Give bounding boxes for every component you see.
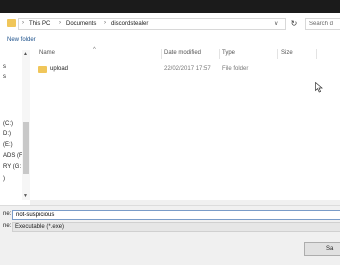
search-box[interactable] xyxy=(305,18,340,30)
column-header-type[interactable]: Type xyxy=(222,50,235,56)
file-row[interactable]: upload 22/02/2017 17:57 File folder xyxy=(33,64,325,74)
nav-item-drive-e[interactable]: (E:) xyxy=(3,142,13,148)
save-button-label: Sa xyxy=(326,246,334,252)
breadcrumb-this-pc[interactable]: This PC xyxy=(29,21,50,27)
breadcrumb-discordstealer[interactable]: discordstealer xyxy=(111,21,148,27)
nav-item[interactable]: s xyxy=(3,64,6,70)
save-button[interactable]: Sa xyxy=(304,242,340,256)
folder-icon xyxy=(38,66,47,73)
new-folder-button[interactable]: New folder xyxy=(7,37,36,43)
command-bar: New folder xyxy=(0,34,340,48)
file-name-input[interactable] xyxy=(13,211,340,219)
column-divider[interactable] xyxy=(277,49,278,59)
save-panel: ne: ne: Executable (*.exe) Sa xyxy=(0,205,340,265)
breadcrumb-documents[interactable]: Documents xyxy=(66,21,96,27)
chevron-right-icon: › xyxy=(104,20,106,26)
nav-item[interactable]: s xyxy=(3,74,6,80)
scroll-up-icon[interactable]: ▲ xyxy=(23,51,28,57)
chevron-right-icon: › xyxy=(22,20,24,26)
save-type-label: ne: xyxy=(3,223,12,229)
save-as-type-value: Executable (*.exe) xyxy=(15,224,65,230)
file-list: ^ Name Date modified Type Size upload 22… xyxy=(31,47,340,200)
scroll-down-icon[interactable]: ▼ xyxy=(23,193,28,199)
column-header-date-modified[interactable]: Date modified xyxy=(164,50,201,56)
column-header-size[interactable]: Size xyxy=(281,50,293,56)
chevron-right-icon: › xyxy=(59,20,61,26)
nav-item-drive-d[interactable]: D:) xyxy=(3,131,11,137)
column-divider[interactable] xyxy=(316,49,317,59)
address-box[interactable]: › This PC › Documents › discordstealer ∨ xyxy=(18,18,286,30)
column-divider[interactable] xyxy=(161,49,162,59)
column-divider[interactable] xyxy=(219,49,220,59)
nav-scrollbar[interactable]: ▲ ▼ xyxy=(22,50,30,200)
file-name-field[interactable] xyxy=(12,210,340,220)
nav-item-drive-f[interactable]: ADS (F xyxy=(3,153,23,159)
nav-item-drive-g[interactable]: RY (G: xyxy=(3,164,21,170)
nav-item[interactable]: ) xyxy=(3,176,5,182)
search-input[interactable] xyxy=(306,19,340,29)
file-date: 22/02/2017 17:57 xyxy=(164,66,211,72)
file-name-label: ne: xyxy=(3,211,12,217)
chevron-down-icon[interactable]: ∨ xyxy=(274,20,278,27)
refresh-icon[interactable]: ↻ xyxy=(289,18,299,30)
file-type: File folder xyxy=(222,66,249,72)
sort-ascending-icon: ^ xyxy=(93,47,96,53)
file-name: upload xyxy=(50,66,69,72)
mouse-cursor-icon xyxy=(315,82,323,93)
folder-icon xyxy=(7,19,16,27)
scrollbar-thumb[interactable] xyxy=(23,122,29,174)
column-header-name[interactable]: Name xyxy=(39,50,55,56)
address-bar: › This PC › Documents › discordstealer ∨… xyxy=(0,14,340,34)
nav-item-drive-c[interactable]: (C:) xyxy=(3,121,13,127)
window-title-bar xyxy=(0,0,340,13)
save-as-type-select[interactable]: Executable (*.exe) xyxy=(12,222,340,232)
